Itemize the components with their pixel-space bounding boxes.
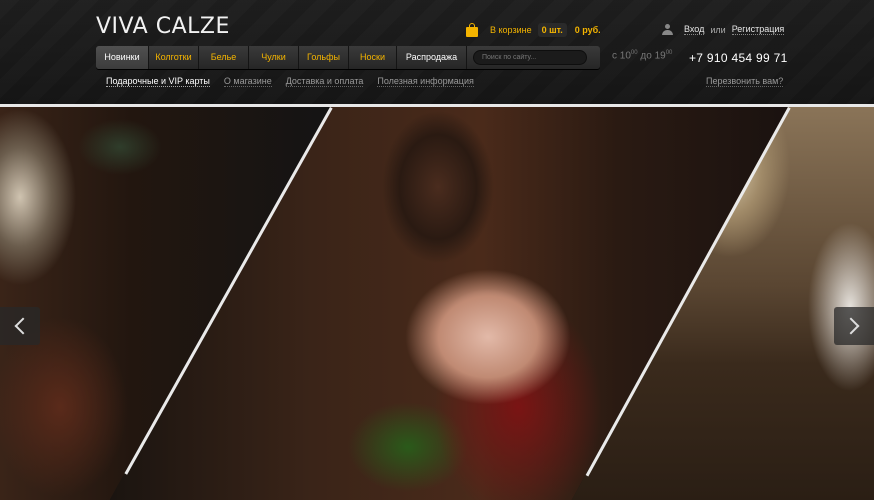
nav-item-new[interactable]: Новинки [96, 46, 149, 69]
slider-prev-button[interactable] [0, 307, 40, 345]
cart-label[interactable]: В корзине [490, 25, 532, 35]
cart-summary[interactable]: В корзине 0 шт. 0 руб. [466, 22, 601, 38]
login-link[interactable]: Вход [684, 24, 705, 35]
nav-item-lingerie[interactable]: Белье [199, 46, 249, 69]
site-header: VIVA CALZE В корзине 0 шт. 0 руб. Вход и… [0, 0, 874, 104]
callback-link[interactable]: Перезвонить вам? [706, 76, 784, 87]
chevron-right-icon [842, 317, 860, 335]
nav-item-tights[interactable]: Колготки [149, 46, 199, 69]
subnav-info[interactable]: Полезная информация [377, 76, 474, 87]
phone-number[interactable]: +7 910 454 99 71 [689, 51, 788, 65]
shopping-bag-icon [466, 23, 478, 37]
auth-or-label: или [710, 24, 726, 35]
main-nav: Новинки Колготки Белье Чулки Гольфы Носк… [96, 46, 600, 69]
nav-item-stockings[interactable]: Чулки [249, 46, 299, 69]
user-icon [662, 24, 673, 35]
cart-sum: 0 руб. [574, 25, 601, 35]
sub-nav: Подарочные и VIP карты О магазине Достав… [106, 76, 474, 87]
chevron-left-icon [14, 317, 32, 335]
nav-item-knee-highs[interactable]: Гольфы [299, 46, 349, 69]
subnav-delivery[interactable]: Доставка и оплата [285, 76, 364, 87]
register-link[interactable]: Регистрация [731, 24, 785, 35]
search-input[interactable] [473, 50, 587, 65]
auth-links: Вход или Регистрация [662, 24, 785, 35]
subnav-gift-cards[interactable]: Подарочные и VIP карты [106, 76, 210, 87]
nav-item-sale[interactable]: Распродажа [397, 46, 467, 69]
nav-item-socks[interactable]: Носки [349, 46, 397, 69]
site-logo[interactable]: VIVA CALZE [96, 14, 230, 39]
working-hours: с 1000 до 1900 [612, 50, 673, 62]
subnav-about[interactable]: О магазине [223, 76, 272, 87]
hero-slider [0, 104, 874, 500]
slider-next-button[interactable] [834, 307, 874, 345]
cart-count: 0 шт. [537, 23, 567, 37]
search-box [467, 46, 600, 69]
